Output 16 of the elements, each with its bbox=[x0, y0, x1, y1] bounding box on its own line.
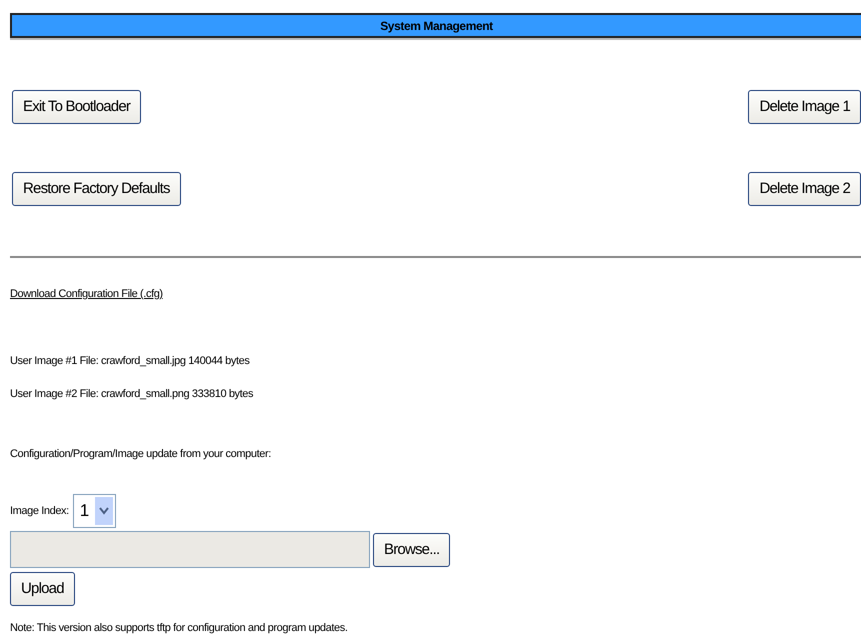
browse-button[interactable]: Browse... bbox=[373, 532, 450, 566]
image-file-info: User Image #1 File: crawford_small.jpg 140044 bytes bbox=[10, 354, 250, 368]
action-button[interactable]: Exit To Bootloader bbox=[12, 90, 142, 124]
file-path-field[interactable] bbox=[10, 531, 370, 568]
action-button[interactable]: Restore Factory Defaults bbox=[12, 172, 181, 206]
dropdown-caret-icon bbox=[98, 507, 109, 515]
update-heading: Configuration/Program/Image update from your computer: bbox=[10, 446, 272, 462]
delete-button[interactable]: Delete Image 1 bbox=[748, 90, 861, 124]
image-index-label: Image Index: bbox=[10, 504, 69, 519]
download-link[interactable]: Download Configuration File (.cfg) bbox=[10, 288, 163, 300]
upload-button[interactable]: Upload bbox=[10, 572, 75, 606]
note-text: Note: This version also supports tftp for configuration and program updates. bbox=[10, 621, 348, 636]
image-index-select[interactable]: 1 bbox=[72, 494, 116, 528]
delete-button[interactable]: Delete Image 2 bbox=[748, 172, 861, 206]
header-bar: System Management bbox=[10, 13, 861, 38]
image-file-info: User Image #2 File: crawford_small.png 333810 bytes bbox=[10, 387, 254, 402]
